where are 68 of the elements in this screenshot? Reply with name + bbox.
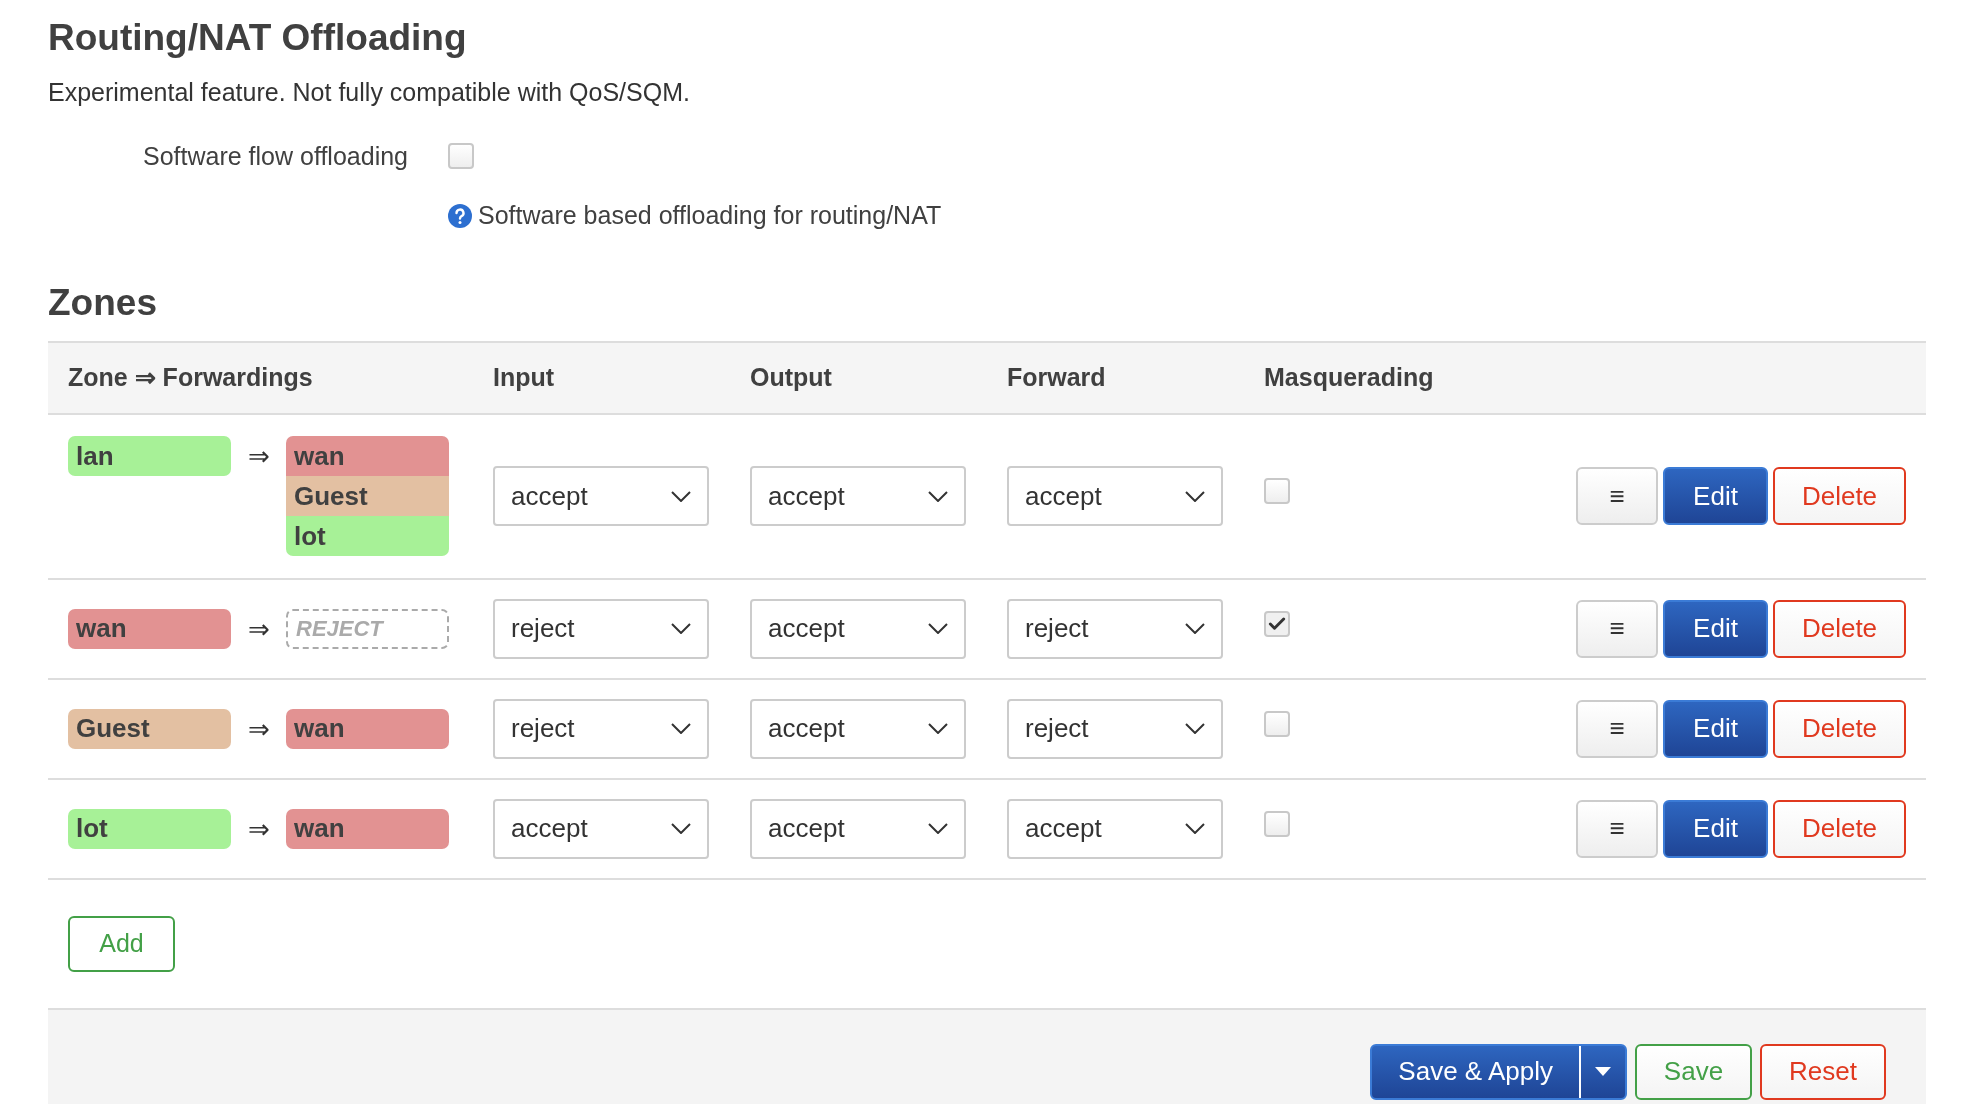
checkbox[interactable]	[1264, 810, 1290, 837]
zone-badge: lot	[286, 516, 449, 556]
edit-button[interactable]: Edit	[1663, 699, 1768, 758]
checkbox[interactable]	[1264, 710, 1290, 737]
select-field[interactable]: accept	[750, 598, 966, 659]
save-apply-button[interactable]: Save & Apply	[1370, 1043, 1627, 1100]
menu-button[interactable]: ≡	[1576, 467, 1658, 525]
chevron-down-icon	[671, 490, 691, 502]
chevron-down-icon	[1185, 723, 1205, 734]
zone-badge: wan	[68, 608, 231, 649]
arrow-text: ⇒	[246, 712, 271, 746]
select-field[interactable]: reject	[493, 698, 709, 759]
delete-button[interactable]: Delete	[1773, 799, 1906, 858]
edit-button[interactable]: Edit	[1663, 799, 1768, 858]
chevron-down-icon	[1185, 623, 1205, 634]
arrow-text: ⇒	[246, 440, 271, 473]
section-description: Experimental feature. Not fully compatible with QoS/SQM.	[48, 77, 691, 108]
option-label: Software flow offloading	[142, 140, 409, 172]
chevron-down-icon	[928, 490, 948, 502]
arrow-text: ⇒	[246, 812, 271, 846]
section-title: Zones	[48, 280, 158, 325]
edit-button[interactable]: Edit	[1663, 467, 1768, 525]
chevron-down-icon	[671, 823, 691, 834]
select-field[interactable]: accept	[493, 466, 709, 526]
chevron-down-icon	[928, 623, 948, 634]
chevron-down-icon	[928, 723, 948, 734]
chevron-down-icon	[928, 823, 948, 834]
chevron-down-icon	[1185, 490, 1205, 502]
section-title: Routing/NAT Offloading	[48, 16, 468, 60]
checkbox[interactable]	[448, 143, 474, 170]
column-header: Zone ⇒ Forwardings	[68, 361, 313, 393]
edit-button[interactable]: Edit	[1663, 599, 1768, 658]
select-field[interactable]: accept	[750, 698, 966, 759]
caret-down-icon	[1595, 1066, 1611, 1077]
select-field[interactable]: reject	[1007, 698, 1223, 759]
select-field[interactable]: accept	[750, 798, 966, 859]
zone-badge: lan	[68, 436, 231, 476]
zone-badge: Guest	[286, 476, 449, 516]
select-field[interactable]: accept	[750, 466, 966, 526]
help-text: Software based offloading for routing/NAT	[478, 200, 942, 231]
column-header: Forward	[1007, 361, 1106, 393]
help-icon	[448, 203, 472, 228]
select-field[interactable]: accept	[1007, 466, 1223, 526]
column-header: Input	[493, 361, 555, 393]
chevron-down-icon	[671, 623, 691, 634]
select-field[interactable]: accept	[493, 798, 709, 859]
delete-button[interactable]: Delete	[1773, 467, 1906, 525]
column-header: Masquerading	[1264, 361, 1434, 393]
menu-button[interactable]: ≡	[1576, 799, 1658, 858]
menu-button[interactable]: ≡	[1576, 599, 1658, 658]
delete-button[interactable]: Delete	[1773, 699, 1906, 758]
chevron-down-icon	[671, 723, 691, 734]
select-field[interactable]: accept	[1007, 798, 1223, 859]
checkbox[interactable]	[1264, 478, 1290, 504]
select-field[interactable]: reject	[1007, 598, 1223, 659]
reset-button[interactable]: Reset	[1760, 1043, 1886, 1100]
column-header: Output	[750, 361, 832, 393]
zone-badge: wan	[286, 436, 449, 476]
menu-button[interactable]: ≡	[1576, 699, 1658, 758]
select-field[interactable]: reject	[493, 598, 709, 659]
zone-badge: wan	[286, 808, 449, 849]
arrow-text: ⇒	[246, 612, 271, 646]
zone-badge: Guest	[68, 708, 231, 749]
delete-button[interactable]: Delete	[1773, 599, 1906, 658]
checkbox[interactable]	[1264, 610, 1290, 637]
zone-badge: wan	[286, 708, 449, 749]
zone-badge: lot	[68, 808, 231, 849]
chevron-down-icon	[1185, 823, 1205, 834]
